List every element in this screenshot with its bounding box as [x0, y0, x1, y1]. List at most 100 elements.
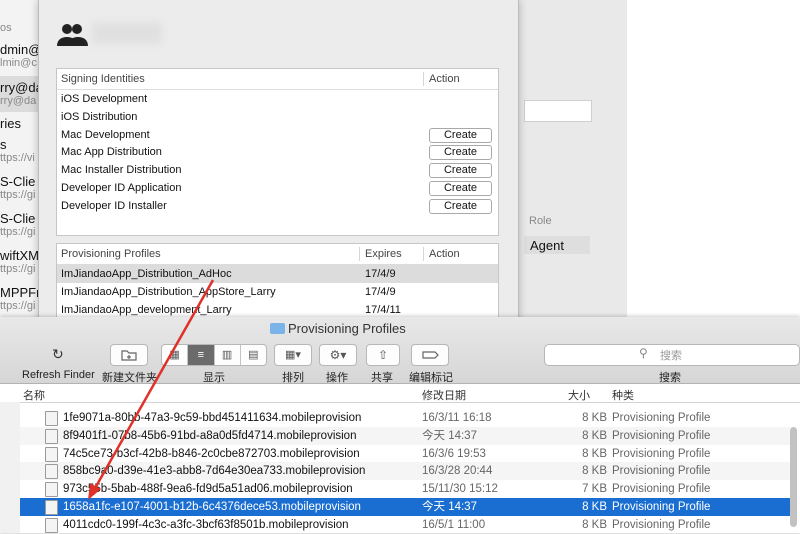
provisioning-profile-row[interactable]: ImJiandaoApp_Distribution_AppStore_Larry…	[57, 283, 498, 301]
create-button[interactable]: Create	[429, 127, 492, 143]
search-icon: ⚲	[639, 346, 648, 360]
signing-identity-name: Developer ID Application	[61, 182, 182, 194]
provisioning-profiles-header: Provisioning Profiles	[61, 248, 161, 260]
file-name: 4011cdc0-199f-4c3c-a3fc-3bcf63f8501b.mob…	[63, 518, 349, 531]
role-column-label: Role	[529, 215, 552, 227]
role-agent-value: Agent	[530, 238, 564, 253]
create-button[interactable]: Create	[429, 145, 492, 161]
gear-icon: ⚙▾	[329, 348, 347, 362]
column-view-icon[interactable]: ▥	[215, 345, 241, 365]
icon-view-icon[interactable]: ▦	[162, 345, 189, 365]
file-row[interactable]: 973c55b-5bab-488f-9ea6-fd9d5a51ad06.mobi…	[20, 480, 790, 498]
file-name: 973c55b-5bab-488f-9ea6-fd9d5a51ad06.mobi…	[63, 483, 353, 496]
refresh-finder-label: Refresh Finder	[22, 369, 95, 381]
file-row[interactable]: 8f9401f1-07b8-45b6-91bd-a8a0d5fd4714.mob…	[20, 426, 790, 445]
file-row[interactable]: 1fe9071a-80bb-47a3-9c59-bbd451411634.mob…	[20, 409, 790, 427]
finder-window: Provisioning Profiles ↻ Refresh Finder 新…	[0, 317, 800, 533]
background-account-text: ttps://vi	[0, 152, 35, 164]
background-account-text: os	[0, 22, 12, 34]
background-account-text: ttps://gi	[0, 189, 36, 201]
action-header: Action	[429, 248, 460, 260]
provision-file-icon	[45, 482, 58, 498]
file-name: 1658a1fc-e107-4001-b12b-6c4376dece53.mob…	[63, 501, 361, 513]
signing-identity-name: Mac App Distribution	[61, 146, 162, 159]
search-label: 搜索	[659, 372, 681, 384]
provisioning-profile-row[interactable]: ImJiandaoApp_Distribution_AdHoc 17/4/9	[57, 265, 498, 283]
profile-expires: 17/4/9	[365, 286, 396, 298]
file-row[interactable]: 858bc9a0-d39e-41e3-abb8-7d64e30ea733.mob…	[20, 462, 790, 481]
column-separator	[423, 72, 424, 86]
provision-file-icon	[45, 428, 58, 444]
background-account-text: ttps://gi	[0, 263, 36, 275]
file-size: 7 KB	[582, 483, 607, 496]
background-detail-panel	[517, 0, 800, 320]
gallery-view-icon[interactable]: ▤	[241, 345, 266, 365]
arrange-button[interactable]: ▦▾	[274, 344, 312, 366]
view-segmented-control[interactable]: ▦ ≡ ▥ ▤	[161, 344, 267, 366]
background-account-text: S-Clie	[0, 211, 36, 226]
signing-identity-row[interactable]: Mac Installer Distribution Create	[57, 161, 498, 179]
window-title: Provisioning Profiles	[288, 321, 406, 336]
signing-identity-row[interactable]: iOS Distribution	[57, 108, 498, 126]
signing-identity-name: Mac Development	[61, 128, 150, 141]
provision-file-icon	[45, 464, 58, 480]
refresh-icon[interactable]: ↻	[52, 346, 64, 363]
share-icon: ⇧	[377, 348, 389, 362]
background-account-text: ttps://gi	[0, 226, 36, 238]
expires-header: Expires	[365, 248, 402, 260]
file-name: 74c5ce73-b3cf-42b8-b846-2c0cbe872703.mob…	[63, 447, 360, 460]
profile-name: ImJiandaoApp_Distribution_AdHoc	[61, 268, 232, 280]
file-date: 16/5/1 11:00	[422, 518, 486, 531]
file-kind: Provisioning Profile	[612, 483, 711, 496]
signing-identity-row[interactable]: Mac Development Create	[57, 126, 498, 144]
action-button[interactable]: ⚙▾	[319, 344, 357, 366]
finder-toolbar: Provisioning Profiles ↻ Refresh Finder 新…	[0, 317, 800, 384]
new-folder-icon	[121, 350, 137, 361]
column-separator	[423, 247, 424, 261]
share-button[interactable]: ⇧	[366, 344, 400, 366]
name-column-header[interactable]: 名称	[23, 387, 45, 403]
create-button[interactable]: Create	[429, 163, 492, 179]
signing-identity-row[interactable]: Mac App Distribution Create	[57, 143, 498, 161]
file-row[interactable]: 74c5ce73-b3cf-42b8-b846-2c0cbe872703.mob…	[20, 445, 790, 463]
action-label: 操作	[326, 372, 348, 384]
signing-identity-name: iOS Development	[61, 93, 148, 105]
signing-identity-row[interactable]: Developer ID Application Create	[57, 179, 498, 197]
provision-file-icon	[45, 517, 58, 533]
edit-tags-button[interactable]	[411, 344, 449, 366]
search-placeholder: 搜索	[660, 350, 682, 362]
signing-identity-row[interactable]: Developer ID Installer Create	[57, 197, 498, 215]
users-icon	[57, 24, 88, 46]
create-button[interactable]: Create	[429, 198, 492, 214]
date-column-header[interactable]: 修改日期	[422, 387, 466, 403]
file-date: 16/3/28 20:44	[422, 465, 493, 478]
signing-identity-name: iOS Distribution	[61, 110, 138, 123]
background-account-text: s	[0, 137, 7, 152]
profile-expires: 17/4/9	[365, 268, 396, 280]
background-account-text: lmin@c	[0, 57, 37, 69]
file-row[interactable]: 4011cdc0-199f-4c3c-a3fc-3bcf63f8501b.mob…	[20, 516, 790, 534]
new-folder-button[interactable]	[110, 344, 148, 366]
signing-identity-name: Developer ID Installer	[61, 199, 167, 212]
arrange-label: 排列	[282, 372, 304, 384]
provision-file-icon	[45, 500, 58, 515]
arrange-icon: ▦▾	[285, 349, 301, 361]
file-size: 8 KB	[582, 518, 607, 531]
background-account-text: ries	[0, 116, 21, 131]
kind-column-header[interactable]: 种类	[612, 387, 634, 403]
create-button[interactable]: Create	[429, 181, 492, 196]
signing-identity-row[interactable]: iOS Development	[57, 90, 498, 108]
blurred-team-name	[92, 22, 162, 44]
background-account-list: os dmin@ lmin@c rry@da rry@da ries s ttps://vi S…	[0, 0, 41, 320]
scrollbar[interactable]	[790, 427, 797, 527]
signing-identities-header: Signing Identities	[61, 73, 145, 85]
file-row[interactable]: 1658a1fc-e107-4001-b12b-6c4376dece53.mob…	[20, 498, 790, 516]
size-column-header[interactable]: 大小	[568, 387, 590, 403]
file-kind: Provisioning Profile	[612, 501, 711, 513]
list-view-icon[interactable]: ≡	[188, 345, 215, 365]
background-account-text: rry@da	[0, 80, 41, 95]
file-size: 8 KB	[582, 501, 607, 513]
file-list-header: 名称 修改日期 大小 种类	[20, 384, 800, 403]
file-kind: Provisioning Profile	[612, 412, 711, 424]
file-kind: Provisioning Profile	[612, 429, 711, 442]
